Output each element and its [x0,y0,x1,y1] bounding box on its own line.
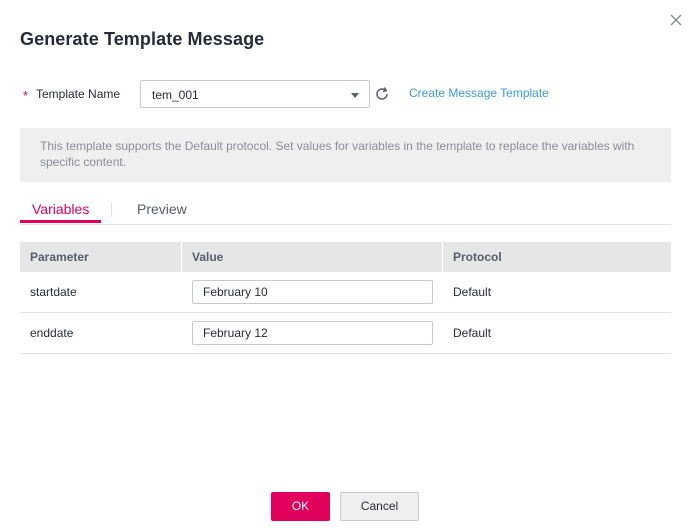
tab-preview[interactable]: Preview [137,201,187,217]
tab-bar: Variables Preview [20,196,671,225]
protocol-notice: This template supports the Default proto… [20,128,671,182]
table-row: startdate Default [20,272,671,313]
column-header-parameter: Parameter [30,250,89,264]
variables-table: Parameter Value Protocol startdate Defau… [20,242,671,354]
ok-button[interactable]: OK [271,492,330,521]
template-name-label: Template Name [36,87,121,101]
generate-template-message-dialog: Generate Template Message * Template Nam… [0,0,695,530]
protocol-cell: Default [453,285,492,299]
dialog-title: Generate Template Message [20,29,265,49]
tab-variables[interactable]: Variables [32,201,89,217]
template-name-row: * Template Name tem_001 Create Message T… [20,80,680,108]
value-input[interactable] [192,280,433,304]
column-header-value: Value [181,242,442,272]
tab-divider [111,203,112,217]
table-row: enddate Default [20,313,671,354]
value-input[interactable] [192,321,433,345]
cancel-button[interactable]: Cancel [340,492,419,521]
refresh-icon[interactable] [374,86,390,102]
chevron-down-icon [351,93,359,98]
create-message-template-link[interactable]: Create Message Template [409,86,549,100]
close-icon[interactable] [668,12,684,28]
template-name-select[interactable]: tem_001 [140,80,370,108]
active-tab-indicator [20,220,101,223]
required-marker: * [23,88,29,103]
protocol-cell: Default [453,326,492,340]
parameter-cell: enddate [30,326,74,340]
template-name-value: tem_001 [152,88,199,102]
column-header-protocol: Protocol [442,242,671,272]
table-header: Parameter Value Protocol [20,242,671,272]
parameter-cell: startdate [30,285,77,299]
